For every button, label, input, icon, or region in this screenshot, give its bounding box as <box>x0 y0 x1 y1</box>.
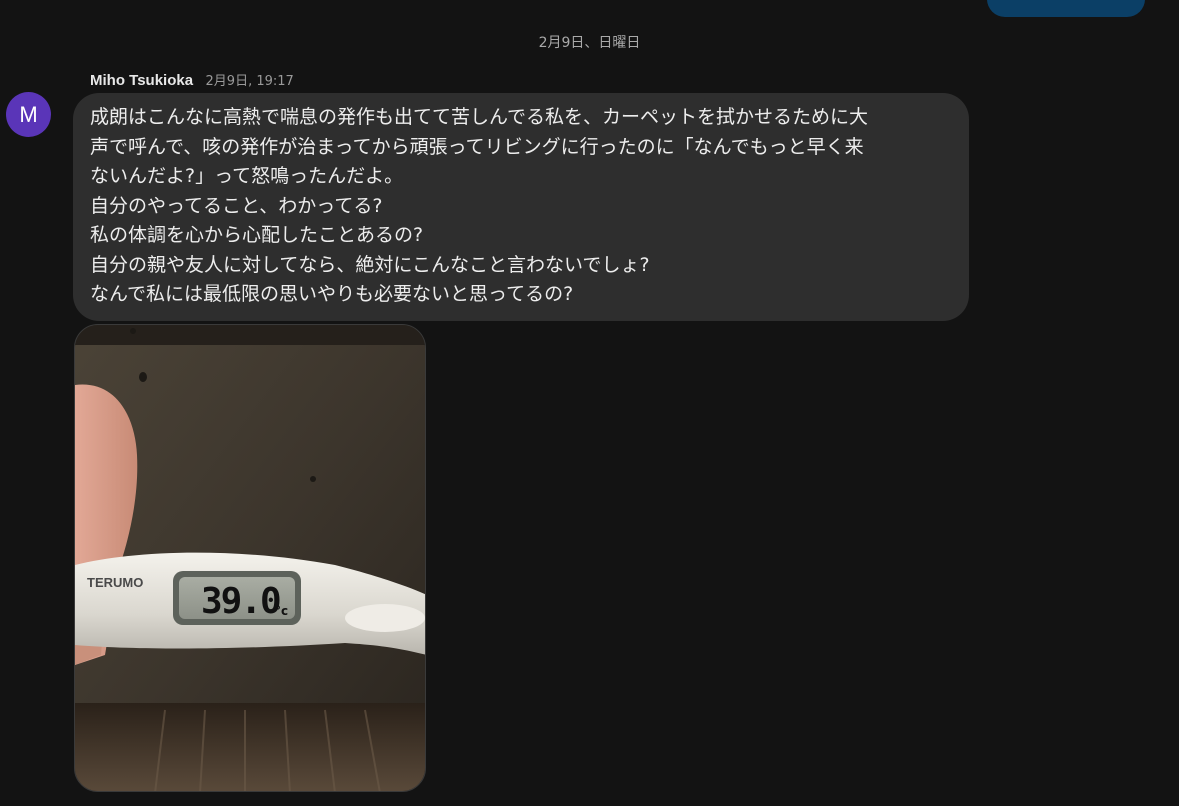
thermometer-unit: °c <box>275 604 288 618</box>
message-text-line: 私の体調を心から心配したことあるの? <box>90 224 424 246</box>
attached-photo[interactable]: 39.0 °c TERUMO <box>74 324 426 792</box>
date-separator: 2月9日、日曜日 <box>538 35 641 51</box>
thermometer-reading: 39.0 <box>201 581 280 622</box>
message-timestamp: 2月9日, 19:17 <box>205 74 294 89</box>
sender-avatar[interactable]: M <box>6 92 51 137</box>
message-text-line: 自分の親や友人に対してなら、絶対にこんなこと言わないでしょ? <box>90 253 650 276</box>
thermometer-brand: TERUMO <box>87 575 143 590</box>
thermometer-tip <box>345 604 425 632</box>
message-header: Miho Tsukioka 2月9日, 19:17 <box>90 70 294 89</box>
message-text-line: 成朗はこんなに高熱で喘息の発作も出てて苦しんでる私を、カーペットを拭かせるために… <box>90 106 869 128</box>
doorframe-shadow <box>75 325 425 345</box>
message-bubble[interactable]: 成朗はこんなに高熱で喘息の発作も出てて苦しんでる私を、カーペットを拭かせるために… <box>73 93 969 321</box>
sender-name[interactable]: Miho Tsukioka <box>90 72 193 89</box>
message-text-line: ないんだよ?」って怒鳴ったんだよ。 <box>90 165 404 187</box>
message-text-line: なんで私には最低限の思いやりも必要ないと思ってるの? <box>90 283 574 305</box>
message-text-line: 声で呼んで、咳の発作が治まってから頑張ってリビングに行ったのに「なんでもっと早く… <box>90 135 864 158</box>
previous-outgoing-message-bubble[interactable] <box>987 0 1145 17</box>
message-text-line: 自分のやってること、わかってる? <box>90 194 383 217</box>
floor-area <box>75 703 425 791</box>
